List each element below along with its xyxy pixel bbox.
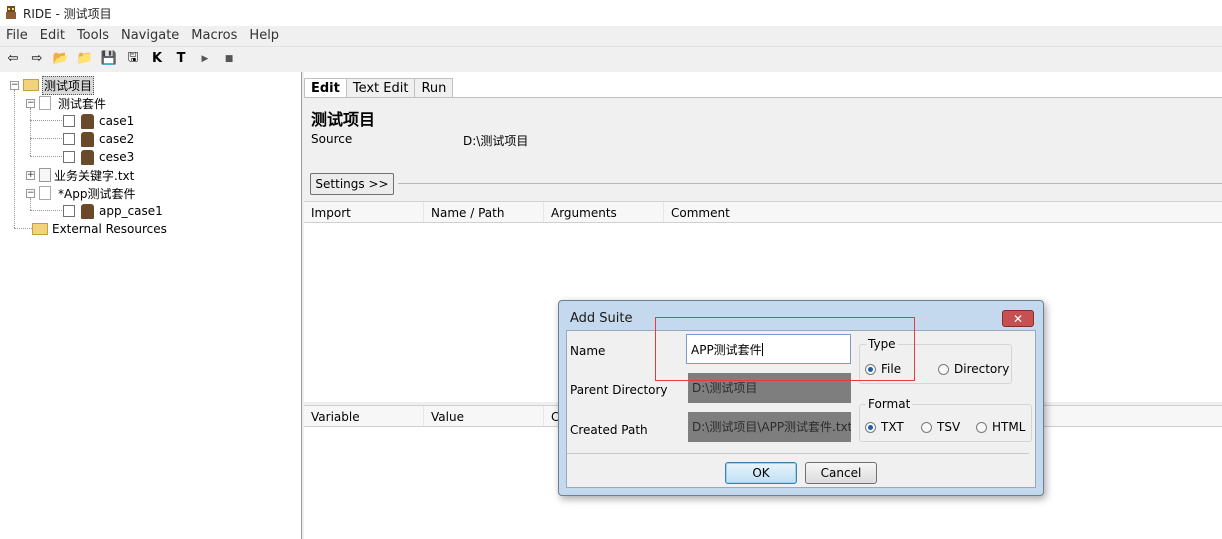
format-tsv-label: TSV [937,420,961,434]
tree-label-case1: case1 [99,114,135,128]
settings-button[interactable]: Settings >> [310,173,394,195]
tree-node-case1[interactable]: case1 [63,112,134,130]
run-icon[interactable]: ▶ [194,49,216,69]
expand-icon[interactable]: + [26,170,35,180]
tab-text-edit[interactable]: Text Edit [345,78,416,98]
menu-edit[interactable]: Edit [34,28,71,43]
external-folder-icon [32,223,48,235]
cancel-button[interactable]: Cancel [805,462,877,484]
tree-node-suite[interactable]: − 测试套件 [26,94,106,112]
tree-node-external[interactable]: External Resources [32,220,167,238]
format-html-label: HTML [992,420,1026,434]
robot-icon [6,6,16,19]
open-directory-icon[interactable]: 📁 [74,49,96,69]
column-header: Value [424,406,544,426]
created-path-label: Created Path [570,423,648,437]
tree-node-resource[interactable]: + 业务关键字.txt [26,166,134,184]
tree-node-app-case1[interactable]: app_case1 [63,202,163,220]
format-tsv-radio[interactable]: TSV [921,420,960,434]
file-icon [39,96,51,110]
format-group-title: Format [866,397,913,411]
file-icon [39,186,51,200]
menu-file[interactable]: File [0,28,34,43]
test-case-icon [81,149,94,165]
tab-run[interactable]: Run [414,78,454,98]
title-bar: RIDE - 测试项目 [0,0,1222,26]
tree-node-case2[interactable]: case2 [63,130,134,148]
menu-macros[interactable]: Macros [185,28,243,43]
test-case-icon [81,113,94,129]
tree-label-app-case1: app_case1 [99,204,163,218]
format-txt-radio[interactable]: TXT [865,420,904,434]
name-label: Name [570,344,606,358]
ok-button[interactable]: OK [725,462,797,484]
toolbar: ⇦ ⇨ 📂 📁 💾 🖫 K T ▶ ■ [0,46,1222,70]
column-header: Comment [671,206,730,220]
tree-node-case3[interactable]: cese3 [63,148,134,166]
folder-icon [23,79,39,91]
dialog-title: Add Suite [570,311,633,326]
column-header: Import [304,202,424,222]
collapse-icon[interactable]: − [10,80,19,90]
suite-title: 测试项目 [311,110,376,129]
column-header: Name / Path [424,202,544,222]
menu-help[interactable]: Help [243,28,285,43]
highlight-annotation [655,317,915,381]
case-checkbox[interactable] [63,115,75,127]
type-directory-label: Directory [954,362,1010,376]
window-title: RIDE - 测试项目 [23,6,112,21]
project-tree: − 测试项目 − 测试套件 case1 case2 cese3 + 业务关键字.… [0,72,302,539]
menu-navigate[interactable]: Navigate [115,28,185,43]
close-icon[interactable]: ✕ [1002,310,1034,327]
editor-tabs: Edit Text Edit Run [304,78,454,98]
source-value: D:\测试项目 [463,134,529,148]
radio-unchecked-icon [976,421,987,433]
tree-label-case2: case2 [99,132,135,146]
open-test-suite-icon[interactable]: 📂 [50,49,72,69]
radio-checked-icon [865,421,876,433]
radio-unchecked-icon [921,421,932,433]
search-keywords-icon[interactable]: K [146,49,168,69]
forward-arrow-icon[interactable]: ⇨ [26,49,48,69]
tree-label-external: External Resources [52,222,167,236]
case-checkbox[interactable] [63,151,75,163]
tree-node-app-suite[interactable]: − *App测试套件 [26,184,135,202]
resource-file-icon [39,168,51,182]
test-case-icon [81,131,94,147]
case-checkbox[interactable] [63,205,75,217]
tree-label-resource: 业务关键字.txt [54,168,135,183]
menu-tools[interactable]: Tools [71,28,115,43]
menu-bar: File Edit Tools Navigate Macros Help [0,26,1222,44]
save-all-icon[interactable]: 🖫 [122,49,144,69]
column-header: Variable [304,406,424,426]
tree-label-case3: cese3 [99,150,135,164]
format-group: Format TXT TSV HTML [859,397,1032,442]
tree-node-root[interactable]: − 测试项目 [10,75,95,95]
stop-icon[interactable]: ■ [218,49,240,69]
save-icon[interactable]: 💾 [98,49,120,69]
collapse-icon[interactable]: − [26,98,35,108]
type-directory-radio[interactable]: Directory [938,362,1009,376]
tree-label-root: 测试项目 [42,75,95,95]
tree-label-app-suite: *App测试套件 [58,186,136,201]
search-tests-icon[interactable]: T [170,49,192,69]
source-label: Source [311,132,353,146]
case-checkbox[interactable] [63,133,75,145]
column-header: Arguments [544,202,664,222]
tab-edit[interactable]: Edit [304,78,347,98]
tree-label-suite: 测试套件 [58,96,107,111]
format-html-radio[interactable]: HTML [976,420,1025,434]
collapse-icon[interactable]: − [26,188,35,198]
format-txt-label: TXT [881,420,904,434]
parent-directory-label: Parent Directory [570,383,668,397]
radio-unchecked-icon [938,363,949,375]
back-arrow-icon[interactable]: ⇦ [2,49,24,69]
created-path-field: D:\测试项目\APP测试套件.txt [688,412,851,442]
test-case-icon [81,203,94,219]
